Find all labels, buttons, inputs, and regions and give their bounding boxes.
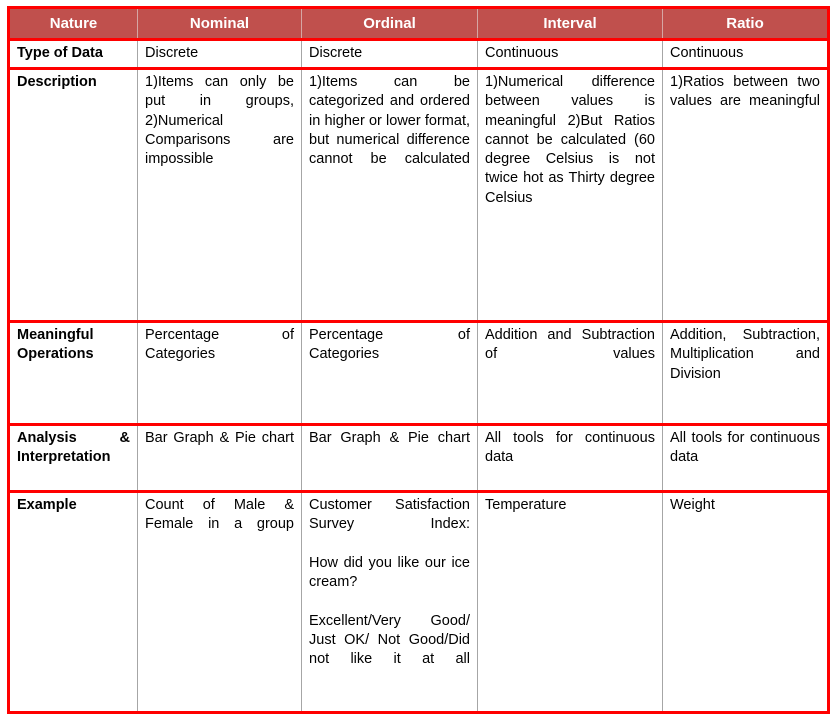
cell-analysis-interpretation-nominal: Bar Graph & Pie chart <box>137 423 302 492</box>
cell-meaningful-operations-interval: Addition and Subtraction of values <box>477 320 663 425</box>
row-label-example: Example <box>8 489 138 713</box>
levels-of-measurement-table-container: Nature Nominal Ordinal Interval Ratio Ty… <box>7 6 830 714</box>
row-label-type-of-data: Type of Data <box>8 39 138 69</box>
column-header-nominal: Nominal <box>137 7 302 41</box>
column-header-interval: Interval <box>477 7 663 41</box>
cell-meaningful-operations-nominal: Percentage of Categories <box>137 320 302 425</box>
cell-type-of-data-ordinal: Discrete <box>301 39 478 69</box>
cell-description-ratio: 1)Ratios between two values are meaningf… <box>662 67 829 322</box>
table-header: Nature Nominal Ordinal Interval Ratio <box>8 7 829 41</box>
cell-analysis-interpretation-ordinal: Bar Graph & Pie chart <box>301 423 478 492</box>
table-row-description: Description 1)Items can only be put in g… <box>8 67 829 322</box>
table-row-example: Example Count of Male & Female in a grou… <box>8 489 829 713</box>
levels-of-measurement-table: Nature Nominal Ordinal Interval Ratio Ty… <box>7 6 830 714</box>
table-body: Type of Data Discrete Discrete Continuou… <box>8 39 829 713</box>
cell-type-of-data-interval: Continuous <box>477 39 663 69</box>
row-label-analysis-interpretation: Analysis & Interpretation <box>8 423 138 492</box>
cell-type-of-data-ratio: Continuous <box>662 39 829 69</box>
table-header-row: Nature Nominal Ordinal Interval Ratio <box>8 7 829 41</box>
table-row-type-of-data: Type of Data Discrete Discrete Continuou… <box>8 39 829 69</box>
cell-example-nominal: Count of Male & Female in a group <box>137 489 302 713</box>
cell-description-interval: 1)Numerical difference between values is… <box>477 67 663 322</box>
cell-description-ordinal: 1)Items can be categorized and ordered i… <box>301 67 478 322</box>
cell-example-ratio: Weight <box>662 489 829 713</box>
cell-example-ordinal: Customer Satisfaction Survey Index: How d… <box>301 489 478 713</box>
table-row-meaningful-operations: Meaningful Operations Percentage of Cate… <box>8 320 829 425</box>
column-header-ordinal: Ordinal <box>301 7 478 41</box>
cell-description-nominal: 1)Items can only be put in groups, 2)Num… <box>137 67 302 322</box>
table-row-analysis-interpretation: Analysis & Interpretation Bar Graph & Pi… <box>8 423 829 492</box>
cell-meaningful-operations-ratio: Addition, Subtraction, Multiplication an… <box>662 320 829 425</box>
cell-meaningful-operations-ordinal: Percentage of Categories <box>301 320 478 425</box>
cell-example-interval: Temperature <box>477 489 663 713</box>
cell-analysis-interpretation-ratio: All tools for continuous data <box>662 423 829 492</box>
row-label-description: Description <box>8 67 138 322</box>
cell-type-of-data-nominal: Discrete <box>137 39 302 69</box>
row-label-meaningful-operations: Meaningful Operations <box>8 320 138 425</box>
column-header-ratio: Ratio <box>662 7 829 41</box>
column-header-nature: Nature <box>8 7 138 41</box>
cell-analysis-interpretation-interval: All tools for continuous data <box>477 423 663 492</box>
